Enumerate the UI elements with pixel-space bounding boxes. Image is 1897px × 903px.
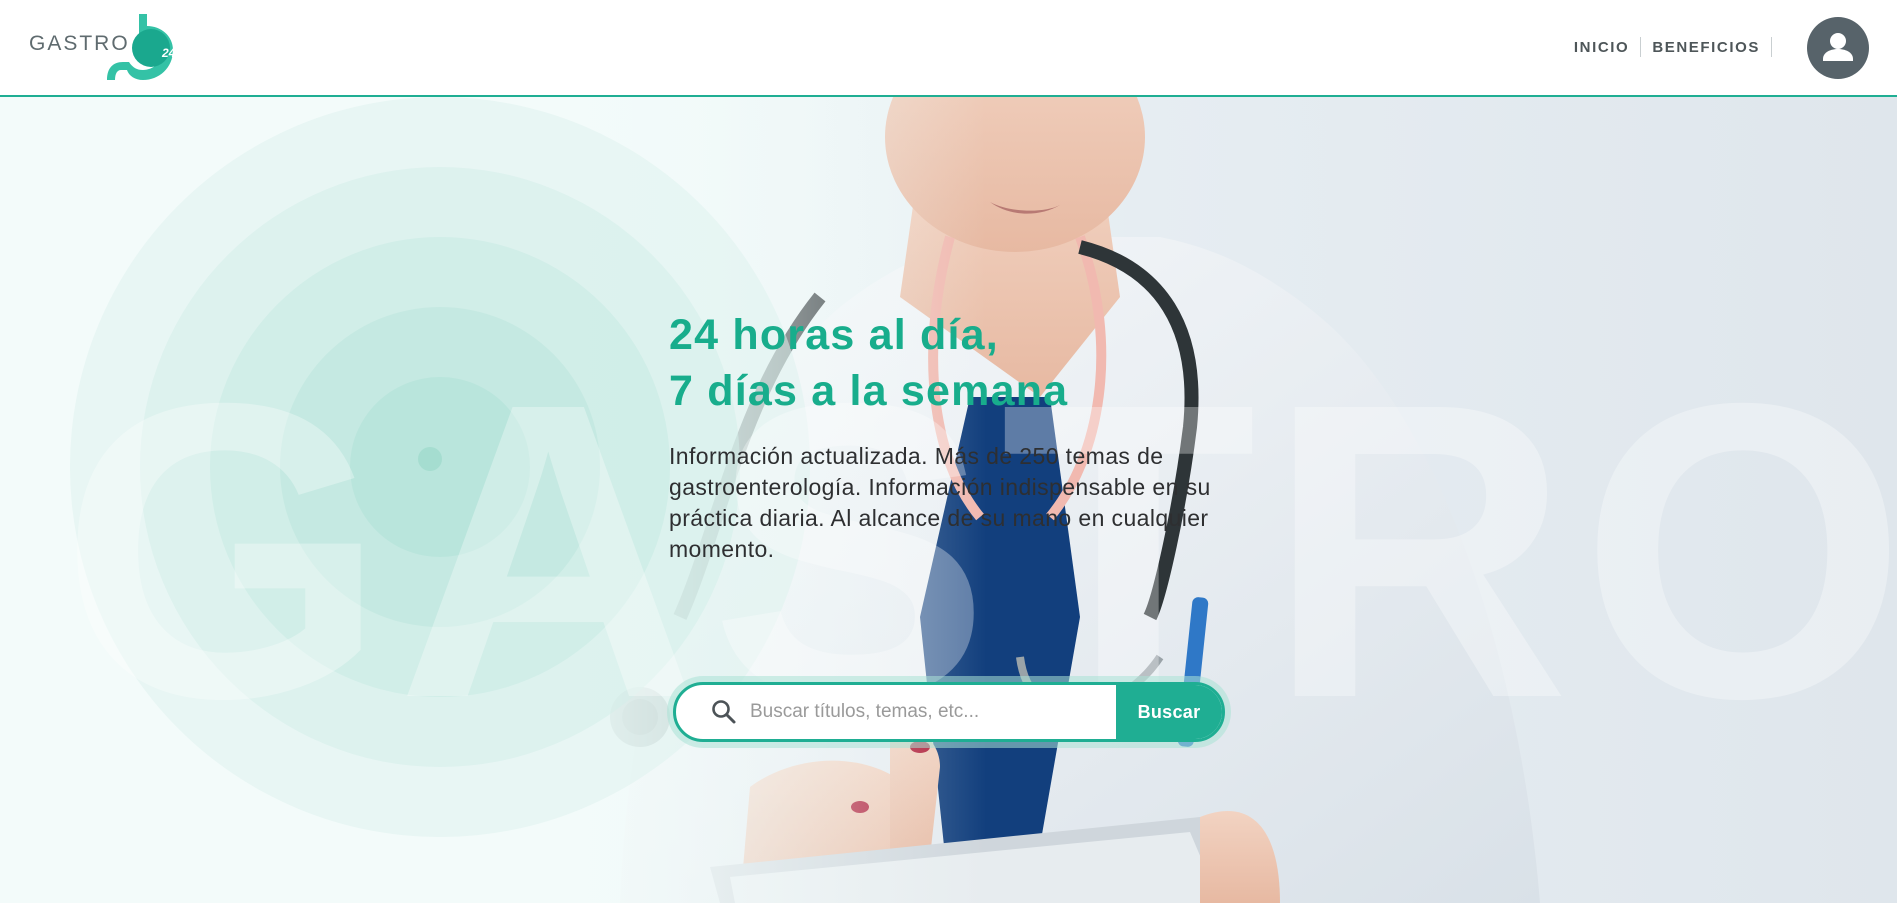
hero-headline: 24 horas al día, 7 días a la semana [669,307,1249,419]
search-input[interactable] [748,685,1116,739]
headline-line-1: 24 horas al día, [669,311,999,359]
nav-divider [1640,37,1642,57]
hero-section: GASTRO 24 horas al día, 7 días a la sema… [0,97,1897,903]
search-button[interactable]: Buscar [1116,685,1222,739]
user-account-button[interactable] [1807,17,1869,79]
nav-divider [1771,37,1772,57]
hero-description: Información actualizada. Más de 250 tema… [669,443,1211,562]
hero-content: 24 horas al día, 7 días a la semana Info… [669,307,1249,742]
gastro-247-logo[interactable]: GASTRO 24/7 [29,12,185,84]
site-header: GASTRO 24/7 INICIO BENEFICIOS [0,0,1897,97]
user-account-icon [1823,33,1853,61]
main-nav: INICIO BENEFICIOS [1574,37,1783,57]
nav-link-inicio[interactable]: INICIO [1574,39,1629,56]
nav-link-beneficios[interactable]: BENEFICIOS [1652,39,1760,56]
logo-badge-text: 24/7 [162,46,186,60]
search-bar: Buscar [673,682,1225,742]
headline-line-2: 7 días a la semana [669,367,1069,415]
search-icon [710,698,738,726]
